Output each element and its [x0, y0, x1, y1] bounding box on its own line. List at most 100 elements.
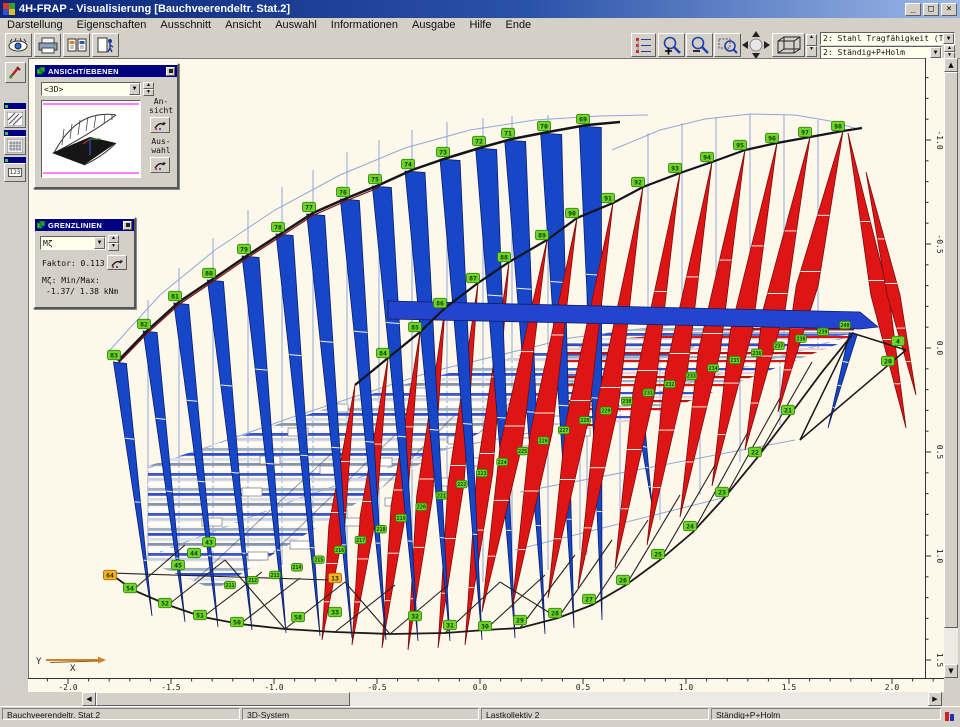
node-label[interactable]: 13 [329, 573, 342, 583]
component-combo[interactable]: Mζ ▼ [40, 236, 106, 250]
node-label[interactable]: 84 [377, 348, 390, 358]
menu-item-darstellung[interactable]: Darstellung [0, 19, 70, 31]
menu-item-ausgabe[interactable]: Ausgabe [405, 19, 462, 31]
node-label[interactable]: 228 [579, 417, 590, 425]
vertical-scroll-thumb[interactable] [944, 72, 958, 628]
ansicht-apply-button[interactable] [150, 117, 170, 133]
node-label[interactable]: 219 [396, 514, 407, 522]
zoom-out-button[interactable] [686, 33, 713, 57]
node-label[interactable]: 88 [498, 252, 511, 262]
node-label[interactable]: 21 [782, 405, 795, 415]
mini-panel-mesh[interactable] [4, 130, 26, 155]
node-label[interactable]: 239 [817, 328, 828, 336]
node-label[interactable]: 75 [369, 174, 382, 184]
node-label[interactable]: 52 [159, 598, 172, 608]
node-label[interactable]: 32 [409, 611, 422, 621]
vertical-scrollbar[interactable]: ▲ ▼ [944, 58, 958, 692]
node-label[interactable]: 240 [840, 321, 851, 329]
maximize-button[interactable]: □ [923, 3, 939, 16]
node-label[interactable]: 83 [108, 350, 121, 360]
load-case-spinner[interactable]: ▲▼ [944, 45, 955, 59]
view-3d-button[interactable] [772, 33, 805, 57]
node-label[interactable]: 24 [684, 521, 697, 531]
component-spinner[interactable]: ▲▼ [108, 235, 119, 251]
edit-pen-button[interactable] [5, 62, 26, 83]
panel-close-button[interactable] [123, 221, 132, 230]
node-label[interactable]: 215 [313, 556, 324, 564]
node-label[interactable]: 74 [402, 159, 415, 169]
node-label[interactable]: 91 [602, 193, 615, 203]
node-label[interactable]: 98 [832, 121, 845, 131]
menu-item-ende[interactable]: Ende [498, 19, 538, 31]
node-label[interactable]: 235 [729, 356, 740, 364]
node-label[interactable]: 230 [621, 397, 632, 405]
node-label[interactable]: 28 [549, 608, 562, 618]
node-label[interactable]: 227 [558, 426, 569, 434]
node-label[interactable]: 29 [514, 615, 527, 625]
node-label[interactable]: 50 [231, 617, 244, 627]
node-label[interactable]: 31 [444, 620, 457, 630]
view-select-combo[interactable]: <3D> ▼ [41, 82, 141, 96]
node-label[interactable]: 234 [708, 364, 719, 372]
node-label[interactable]: 237 [773, 342, 784, 350]
node-label[interactable]: 229 [600, 407, 611, 415]
menu-item-eigenschaften[interactable]: Eigenschaften [70, 19, 154, 31]
panel-close-button[interactable] [166, 67, 175, 76]
exit-button[interactable] [92, 33, 119, 57]
node-label[interactable]: 231 [643, 389, 654, 397]
scroll-down-button[interactable]: ▼ [944, 664, 958, 678]
node-label[interactable]: 73 [437, 147, 450, 157]
node-label[interactable]: 211 [225, 581, 236, 589]
node-label[interactable]: 87 [467, 273, 480, 283]
node-label[interactable]: 214 [291, 564, 302, 572]
node-label[interactable]: 89 [536, 230, 549, 240]
node-label[interactable]: 25 [652, 549, 665, 559]
zoom-window-button[interactable] [714, 33, 741, 57]
horizontal-scrollbar[interactable]: ◀ ▶ [82, 692, 942, 706]
view-preview[interactable] [41, 100, 141, 178]
print-button[interactable] [34, 33, 61, 57]
pan-control[interactable] [741, 30, 771, 60]
menu-item-ansicht[interactable]: Ansicht [218, 19, 268, 31]
node-label[interactable]: 51 [194, 610, 207, 620]
node-label[interactable]: 224 [497, 458, 508, 466]
node-label[interactable]: 80 [203, 268, 216, 278]
node-label[interactable]: 76 [337, 187, 350, 197]
node-label[interactable]: 43 [203, 537, 216, 547]
node-label[interactable]: 223 [477, 469, 488, 477]
node-label[interactable]: 96 [766, 133, 779, 143]
close-button[interactable]: × [941, 3, 957, 16]
menu-item-informationen[interactable]: Informationen [324, 19, 405, 31]
view-spinner[interactable]: ▲▼ [806, 34, 817, 57]
node-label[interactable]: 81 [169, 291, 182, 301]
mini-panel-hatch[interactable] [4, 103, 26, 128]
node-label[interactable]: 23 [716, 487, 729, 497]
values-tool-button[interactable]: 123 [4, 163, 26, 182]
node-label[interactable]: 85 [409, 322, 422, 332]
node-label[interactable]: 232 [664, 380, 675, 388]
node-label[interactable]: 30 [479, 621, 492, 631]
hatch-tool-button[interactable] [4, 109, 26, 128]
node-label[interactable]: 213 [270, 571, 281, 579]
panel-ansicht-titlebar[interactable]: ANSICHT/EBENEN [35, 65, 177, 77]
node-label[interactable]: 236 [751, 349, 762, 357]
node-label[interactable]: 77 [303, 202, 316, 212]
result-case-combo[interactable]: 2: Stahl Tragfähigkeit (Th. 2. O ▼ [820, 32, 955, 45]
node-label[interactable]: 216 [334, 546, 345, 554]
node-label[interactable]: 71 [502, 128, 515, 138]
faktor-apply-button[interactable] [107, 255, 127, 270]
node-label[interactable]: 4 [892, 336, 905, 346]
node-label[interactable]: 86 [434, 298, 447, 308]
node-label[interactable]: 225 [517, 447, 528, 455]
zoom-in-button[interactable] [658, 33, 685, 57]
component-dropdown-icon[interactable]: ▼ [94, 237, 105, 249]
node-label[interactable]: 97 [799, 127, 812, 137]
scroll-right-button[interactable]: ▶ [928, 692, 942, 706]
node-label[interactable]: 69 [577, 114, 590, 124]
node-label[interactable]: 70 [538, 121, 551, 131]
result-case-dropdown-icon[interactable]: ▼ [943, 33, 954, 44]
node-label[interactable]: 222 [456, 480, 467, 488]
load-case-dropdown-icon[interactable]: ▼ [930, 47, 941, 58]
node-label[interactable]: 233 [686, 372, 697, 380]
node-label[interactable]: 72 [473, 136, 486, 146]
